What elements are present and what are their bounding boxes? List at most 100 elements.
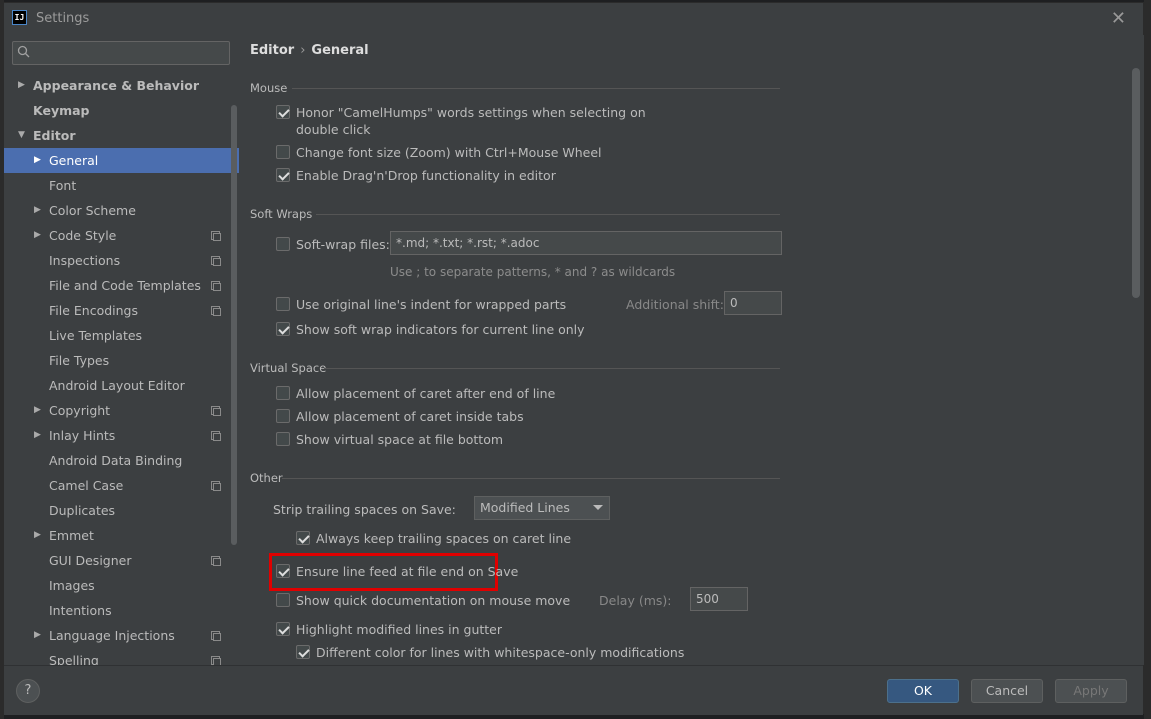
sidebar-item-label: Spelling (49, 653, 99, 665)
additional-shift-label: Additional shift: (626, 297, 724, 312)
zoom-checkbox[interactable] (276, 145, 290, 159)
sidebar-item-gui-designer[interactable]: GUI Designer (4, 548, 239, 573)
settings-sidebar: ▶ Appearance & Behavior Keymap ▼ Editor ▶ Gene… (4, 35, 239, 665)
wrap-indicators-checkbox[interactable] (276, 322, 290, 336)
sidebar-item-label: Color Scheme (49, 203, 136, 218)
search-input[interactable] (12, 41, 230, 65)
section-divider (282, 478, 780, 479)
sidebar-item-android-layout-editor[interactable]: Android Layout Editor (4, 373, 239, 398)
dragdrop-label[interactable]: Enable Drag'n'Drop functionality in edit… (296, 168, 556, 183)
caret-after-eol-label[interactable]: Allow placement of caret after end of li… (296, 386, 555, 401)
sidebar-item-code-style[interactable]: ▶ Code Style (4, 223, 239, 248)
line-feed-label[interactable]: Ensure line feed at file end on Save (296, 564, 518, 579)
section-divider (316, 214, 780, 215)
sidebar-item-duplicates[interactable]: Duplicates (4, 498, 239, 523)
sidebar-item-copyright[interactable]: ▶ Copyright (4, 398, 239, 423)
softwrap-patterns-input[interactable]: *.md; *.txt; *.rst; *.adoc (390, 231, 782, 255)
chevron-down-icon[interactable]: ▼ (18, 123, 25, 148)
sidebar-item-font[interactable]: Font (4, 173, 239, 198)
sidebar-item-label: General (49, 153, 99, 168)
sidebar-item-intentions[interactable]: Intentions (4, 598, 239, 623)
softwrap-hint: Use ; to separate patterns, * and ? as w… (390, 265, 676, 279)
content-scrollbar[interactable] (1132, 68, 1140, 298)
sidebar-item-inlay-hints[interactable]: ▶ Inlay Hints (4, 423, 239, 448)
sidebar-item-spelling[interactable]: Spelling (4, 648, 239, 665)
camel-humps-checkbox[interactable] (276, 105, 290, 119)
sidebar-item-emmet[interactable]: ▶ Emmet (4, 523, 239, 548)
apply-button[interactable]: Apply (1055, 679, 1127, 703)
sidebar-item-label: Inspections (49, 253, 121, 268)
sidebar-scrollbar[interactable] (231, 105, 237, 545)
highlight-modified-checkbox[interactable] (276, 622, 290, 636)
sidebar-item-appearance-behavior[interactable]: ▶ Appearance & Behavior (4, 73, 239, 98)
softwrap-checkbox[interactable] (276, 237, 290, 251)
virtual-space-bottom-label[interactable]: Show virtual space at file bottom (296, 432, 503, 447)
sidebar-item-editor[interactable]: ▼ Editor (4, 123, 239, 148)
sidebar-item-file-encodings[interactable]: File Encodings (4, 298, 239, 323)
sidebar-item-label: Images (49, 578, 95, 593)
sidebar-item-label: Android Layout Editor (49, 378, 185, 393)
sidebar-item-color-scheme[interactable]: ▶ Color Scheme (4, 198, 239, 223)
zoom-label[interactable]: Change font size (Zoom) with Ctrl+Mouse … (296, 145, 602, 160)
softwrap-label[interactable]: Soft-wrap files: (296, 237, 390, 252)
keep-trailing-label[interactable]: Always keep trailing spaces on caret lin… (316, 531, 571, 546)
original-indent-checkbox[interactable] (276, 297, 290, 311)
line-feed-checkbox[interactable] (276, 564, 290, 578)
chevron-right-icon[interactable]: ▶ (18, 73, 25, 98)
breadcrumb-current: General (311, 43, 369, 58)
sidebar-item-file-and-code-templates[interactable]: File and Code Templates (4, 273, 239, 298)
caret-inside-tabs-label[interactable]: Allow placement of caret inside tabs (296, 409, 524, 424)
sidebar-item-live-templates[interactable]: Live Templates (4, 323, 239, 348)
delay-label: Delay (ms): (599, 593, 672, 608)
sidebar-item-inspections[interactable]: Inspections (4, 248, 239, 273)
sidebar-item-camel-case[interactable]: Camel Case (4, 473, 239, 498)
dragdrop-checkbox[interactable] (276, 168, 290, 182)
section-title-other: Other (250, 471, 283, 485)
breadcrumb-parent[interactable]: Editor (250, 43, 294, 58)
close-icon[interactable]: ✕ (1111, 8, 1126, 29)
chevron-right-icon[interactable]: ▶ (34, 623, 41, 648)
chevron-right-icon[interactable]: ▶ (34, 423, 41, 448)
sidebar-item-file-types[interactable]: File Types (4, 348, 239, 373)
highlight-modified-label[interactable]: Highlight modified lines in gutter (296, 622, 502, 637)
sidebar-item-android-data-binding[interactable]: Android Data Binding (4, 448, 239, 473)
chevron-right-icon[interactable]: ▶ (34, 148, 41, 173)
original-indent-label[interactable]: Use original line's indent for wrapped p… (296, 297, 566, 312)
caret-inside-tabs-checkbox[interactable] (276, 409, 290, 423)
section-divider (324, 368, 780, 369)
title-bar: IJ Settings ✕ (4, 3, 1143, 35)
sidebar-item-label: Font (49, 178, 77, 193)
wrap-indicators-label[interactable]: Show soft wrap indicators for current li… (296, 322, 585, 337)
chevron-right-icon[interactable]: ▶ (34, 223, 41, 248)
sidebar-item-label: Keymap (33, 103, 90, 118)
whitespace-color-checkbox[interactable] (296, 645, 310, 659)
caret-after-eol-checkbox[interactable] (276, 386, 290, 400)
chevron-right-icon[interactable]: ▶ (34, 398, 41, 423)
camel-humps-label[interactable]: Honor "CamelHumps" words settings when s… (296, 105, 646, 120)
quick-doc-label[interactable]: Show quick documentation on mouse move (296, 593, 570, 608)
breadcrumb-separator: › (300, 43, 306, 58)
camel-humps-label-line2[interactable]: double click (296, 122, 371, 137)
sidebar-item-language-injections[interactable]: ▶ Language Injections (4, 623, 239, 648)
help-button[interactable]: ? (16, 679, 40, 703)
whitespace-color-label[interactable]: Different color for lines with whitespac… (316, 645, 684, 660)
quick-doc-checkbox[interactable] (276, 593, 290, 607)
keep-trailing-checkbox[interactable] (296, 531, 310, 545)
strip-trailing-dropdown[interactable]: Modified Lines (474, 496, 610, 520)
sidebar-item-label: Android Data Binding (49, 453, 183, 468)
virtual-space-bottom-checkbox[interactable] (276, 432, 290, 446)
dialog-footer: ? OK Cancel Apply (4, 665, 1143, 715)
project-scope-icon (211, 231, 221, 241)
strip-trailing-label: Strip trailing spaces on Save: (273, 502, 456, 517)
cancel-button[interactable]: Cancel (971, 679, 1043, 703)
additional-shift-input[interactable]: 0 (724, 291, 782, 315)
sidebar-item-general[interactable]: ▶ General (4, 148, 239, 173)
chevron-right-icon[interactable]: ▶ (34, 198, 41, 223)
project-scope-icon (211, 406, 221, 416)
chevron-right-icon[interactable]: ▶ (34, 523, 41, 548)
delay-input[interactable]: 500 (690, 587, 748, 611)
ok-button[interactable]: OK (887, 679, 959, 703)
sidebar-item-images[interactable]: Images (4, 573, 239, 598)
sidebar-item-keymap[interactable]: Keymap (4, 98, 239, 123)
project-scope-icon (211, 431, 221, 441)
